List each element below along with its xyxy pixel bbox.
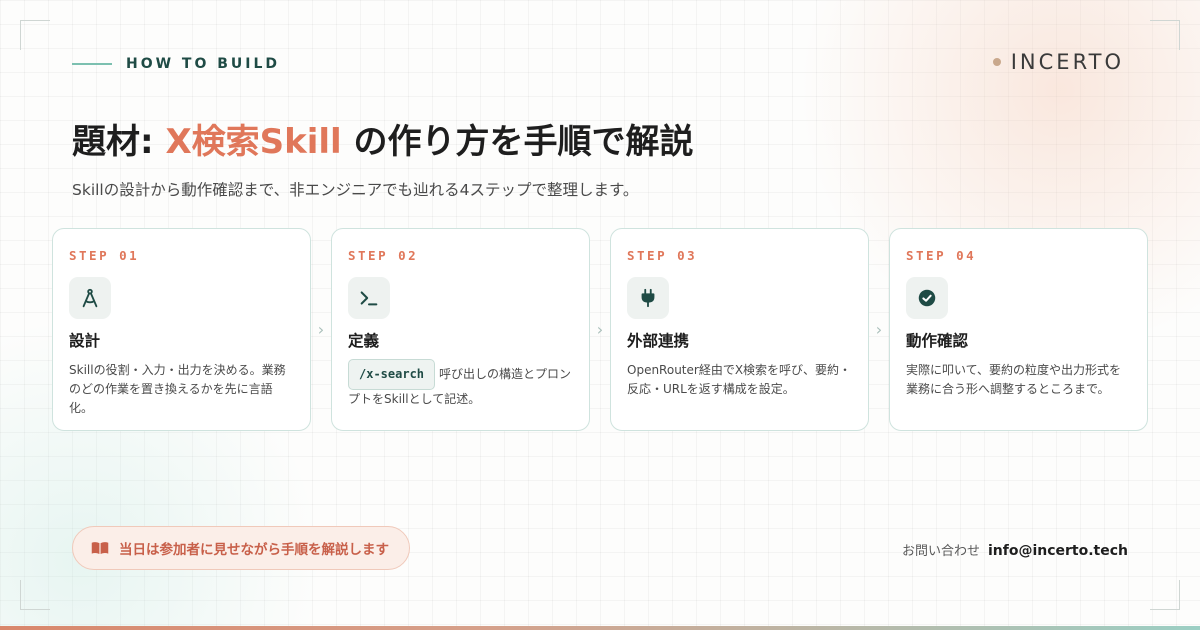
title-accent: X検索Skill xyxy=(165,122,342,162)
step-title: 定義 xyxy=(348,332,380,350)
notice-badge: 当日は参加者に見せながら手順を解説します xyxy=(72,526,410,570)
step-card-integration: STEP 03 外部連携 OpenRouter経由でX検索を呼び、要約・反応・U… xyxy=(610,228,869,431)
step-description: OpenRouter経由でX検索を呼び、要約・反応・URLを返す構成を設定。 xyxy=(627,363,852,396)
page-subtitle: Skillの設計から動作確認まで、非エンジニアでも辿れる4ステップで整理します。 xyxy=(72,181,639,199)
step-card-verification: STEP 04 動作確認 実際に叩いて、要約の粒度や出力形式を業務に合う形へ調整… xyxy=(889,228,1148,431)
step-icon-box xyxy=(627,277,669,319)
step-label: STEP 02 xyxy=(348,248,419,263)
logo-dot xyxy=(992,58,1001,66)
chevron-right-icon: › xyxy=(596,320,604,339)
notice-text: 当日は参加者に見せながら手順を解説します xyxy=(119,542,389,558)
contact-info: お問い合わせ info@incerto.tech xyxy=(902,540,1128,559)
title-suffix: の作り方を手順で解説 xyxy=(341,122,694,162)
check-circle-icon xyxy=(918,289,936,307)
step-card-definition: STEP 02 定義 /x-search 呼び出しの構造とプロンプトをSkillと… xyxy=(331,228,590,431)
page-title: 題材: X検索Skill の作り方を手順で解説 xyxy=(72,114,694,163)
chevron-right-icon: › xyxy=(317,320,325,339)
step-card-design: STEP 01 設計 Skillの役割・入力・出力を決める。業務のどの作業を置き… xyxy=(52,228,311,431)
step-icon-box xyxy=(348,277,390,319)
title-prefix: 題材: xyxy=(72,122,166,162)
step-icon-box xyxy=(906,277,948,319)
eyebrow-line xyxy=(72,63,112,65)
step-label: STEP 01 xyxy=(69,248,140,263)
brand-logo: INCERTO xyxy=(992,50,1124,74)
eyebrow-text: HOW TO BUILD xyxy=(126,56,281,72)
step-title: 動作確認 xyxy=(906,332,969,350)
bottom-accent-bar xyxy=(0,626,1200,630)
step-title: 設計 xyxy=(69,332,101,350)
plug-icon xyxy=(641,288,655,308)
book-icon xyxy=(91,542,109,554)
corner-mark-top-left xyxy=(20,20,50,50)
logo-text: INCERTO xyxy=(1010,50,1124,74)
eyebrow: HOW TO BUILD xyxy=(72,56,280,72)
step-title: 外部連携 xyxy=(627,332,690,350)
compass-icon xyxy=(82,288,98,308)
step-description: 実際に叩いて、要約の粒度や出力形式を業務に合う形へ調整するところまで。 xyxy=(906,363,1122,396)
corner-mark-bottom-right xyxy=(1150,580,1180,610)
corner-mark-top-right xyxy=(1150,20,1180,50)
step-icon-box xyxy=(69,277,111,319)
contact-label: お問い合わせ xyxy=(901,544,980,559)
corner-mark-bottom-left xyxy=(20,580,50,610)
chevron-right-icon: › xyxy=(875,320,883,339)
step-label: STEP 03 xyxy=(627,248,698,263)
steps-row: STEP 01 設計 Skillの役割・入力・出力を決める。業務のどの作業を置き… xyxy=(52,228,1148,431)
step-description: Skillの役割・入力・出力を決める。業務のどの作業を置き換えるかを先に言語化。 xyxy=(69,363,286,415)
command-chip: /x-search xyxy=(348,359,436,390)
terminal-icon xyxy=(360,291,378,306)
step-label: STEP 04 xyxy=(906,248,977,263)
step-description-block: /x-search 呼び出しの構造とプロンプトをSkillとして記述。 xyxy=(348,359,573,409)
contact-email-link[interactable]: info@incerto.tech xyxy=(988,543,1128,559)
